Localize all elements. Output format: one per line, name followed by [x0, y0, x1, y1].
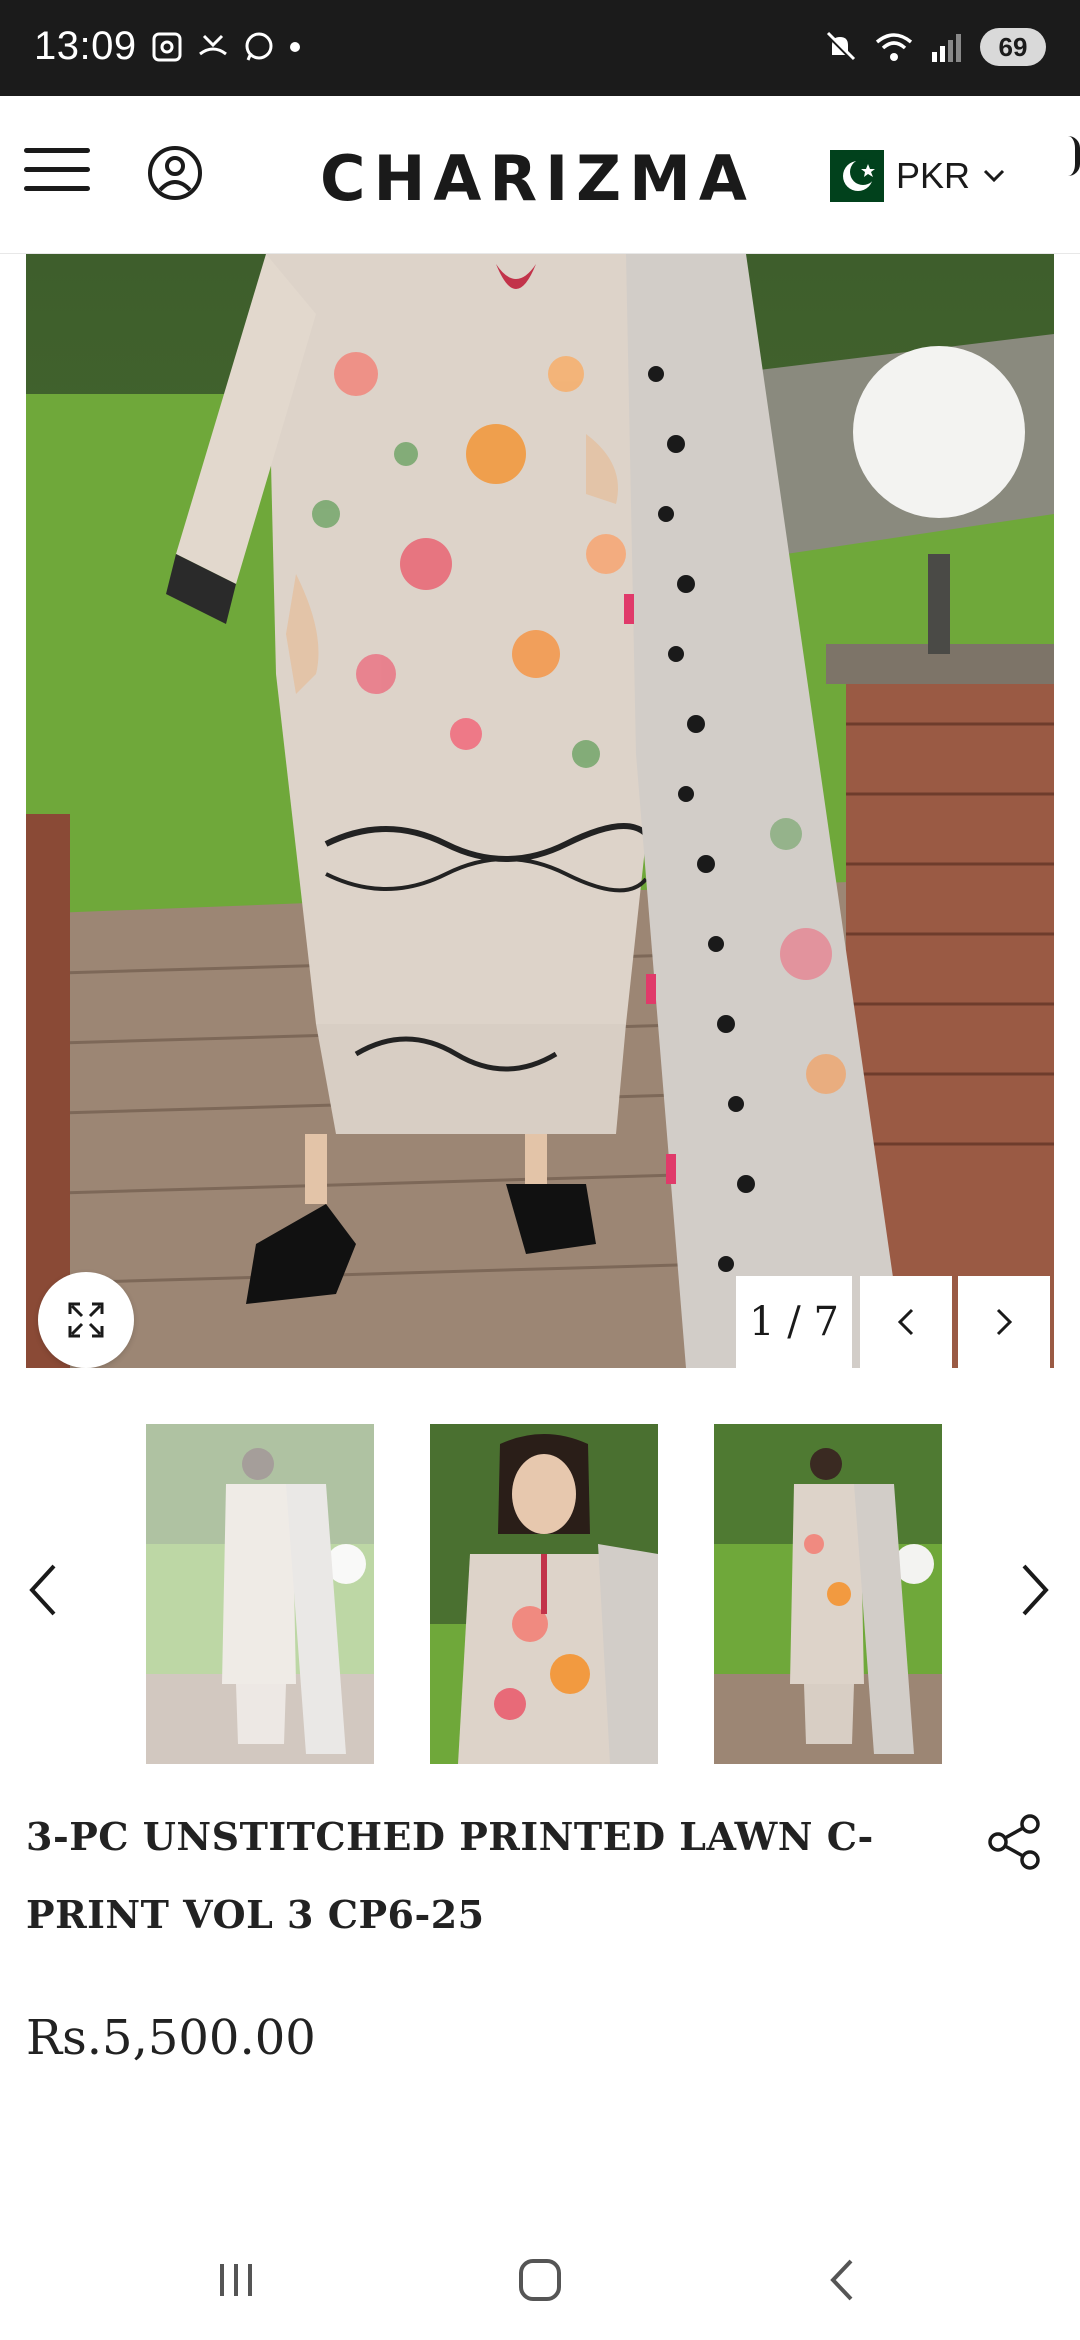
system-nav-bar	[0, 2220, 1080, 2340]
status-system-icons: 69	[822, 28, 1046, 66]
home-button[interactable]	[500, 2250, 580, 2310]
brand-logo[interactable]: CHARIZMA	[320, 142, 755, 215]
whatsapp-icon	[245, 32, 273, 61]
signal-icon	[932, 34, 961, 62]
pakistan-flag-icon	[814, 150, 884, 202]
status-time: 13:09	[34, 24, 137, 68]
status-bar: 13:09 69	[0, 0, 1080, 96]
image-prev-button[interactable]	[860, 1276, 952, 1368]
home-icon	[519, 2259, 561, 2301]
zoom-button[interactable]	[38, 1272, 134, 1368]
product-price: Rs.5,500.00	[26, 2010, 316, 2066]
status-notification-icons	[150, 30, 302, 64]
thumbnail-1[interactable]	[146, 1424, 374, 1764]
thumbnail-strip	[0, 1420, 1080, 1766]
currency-selector[interactable]: PKR	[814, 148, 1006, 204]
thumbnail-2[interactable]	[430, 1424, 658, 1764]
currency-label: PKR	[896, 155, 971, 196]
dot-icon	[290, 42, 300, 52]
app-header: CHARIZMA PKR	[0, 96, 1080, 254]
recents-icon	[220, 2264, 252, 2296]
thumbs-prev-icon[interactable]	[22, 1560, 62, 1620]
missed-call-icon	[199, 34, 227, 56]
chevron-left-icon	[897, 1308, 914, 1336]
cart-icon-partial[interactable]	[1068, 136, 1080, 176]
product-photo	[26, 254, 1054, 1368]
image-counter: 1 / 7	[736, 1276, 852, 1368]
menu-icon	[24, 148, 90, 153]
product-title: 3-PC UNSTITCHED PRINTED LAWN C-PRINT VOL…	[26, 1814, 874, 1937]
chevron-down-icon	[983, 169, 1005, 183]
thumbs-next-icon[interactable]	[1016, 1560, 1056, 1620]
chevron-right-icon	[996, 1308, 1013, 1336]
share-icon[interactable]	[984, 1812, 1044, 1872]
mute-icon	[825, 31, 856, 62]
expand-icon	[68, 1302, 104, 1338]
battery-icon: 69	[980, 28, 1046, 66]
image-next-button[interactable]	[958, 1276, 1050, 1368]
main-product-image[interactable]: 1 / 7	[26, 254, 1054, 1368]
thumbnail-3[interactable]	[714, 1424, 942, 1764]
menu-button[interactable]	[24, 148, 90, 198]
back-icon	[830, 2259, 853, 2301]
recents-button[interactable]	[196, 2250, 276, 2310]
account-icon[interactable]	[146, 144, 204, 202]
wifi-icon	[875, 33, 913, 61]
back-button[interactable]	[802, 2250, 882, 2310]
screenshot-icon	[152, 32, 182, 62]
